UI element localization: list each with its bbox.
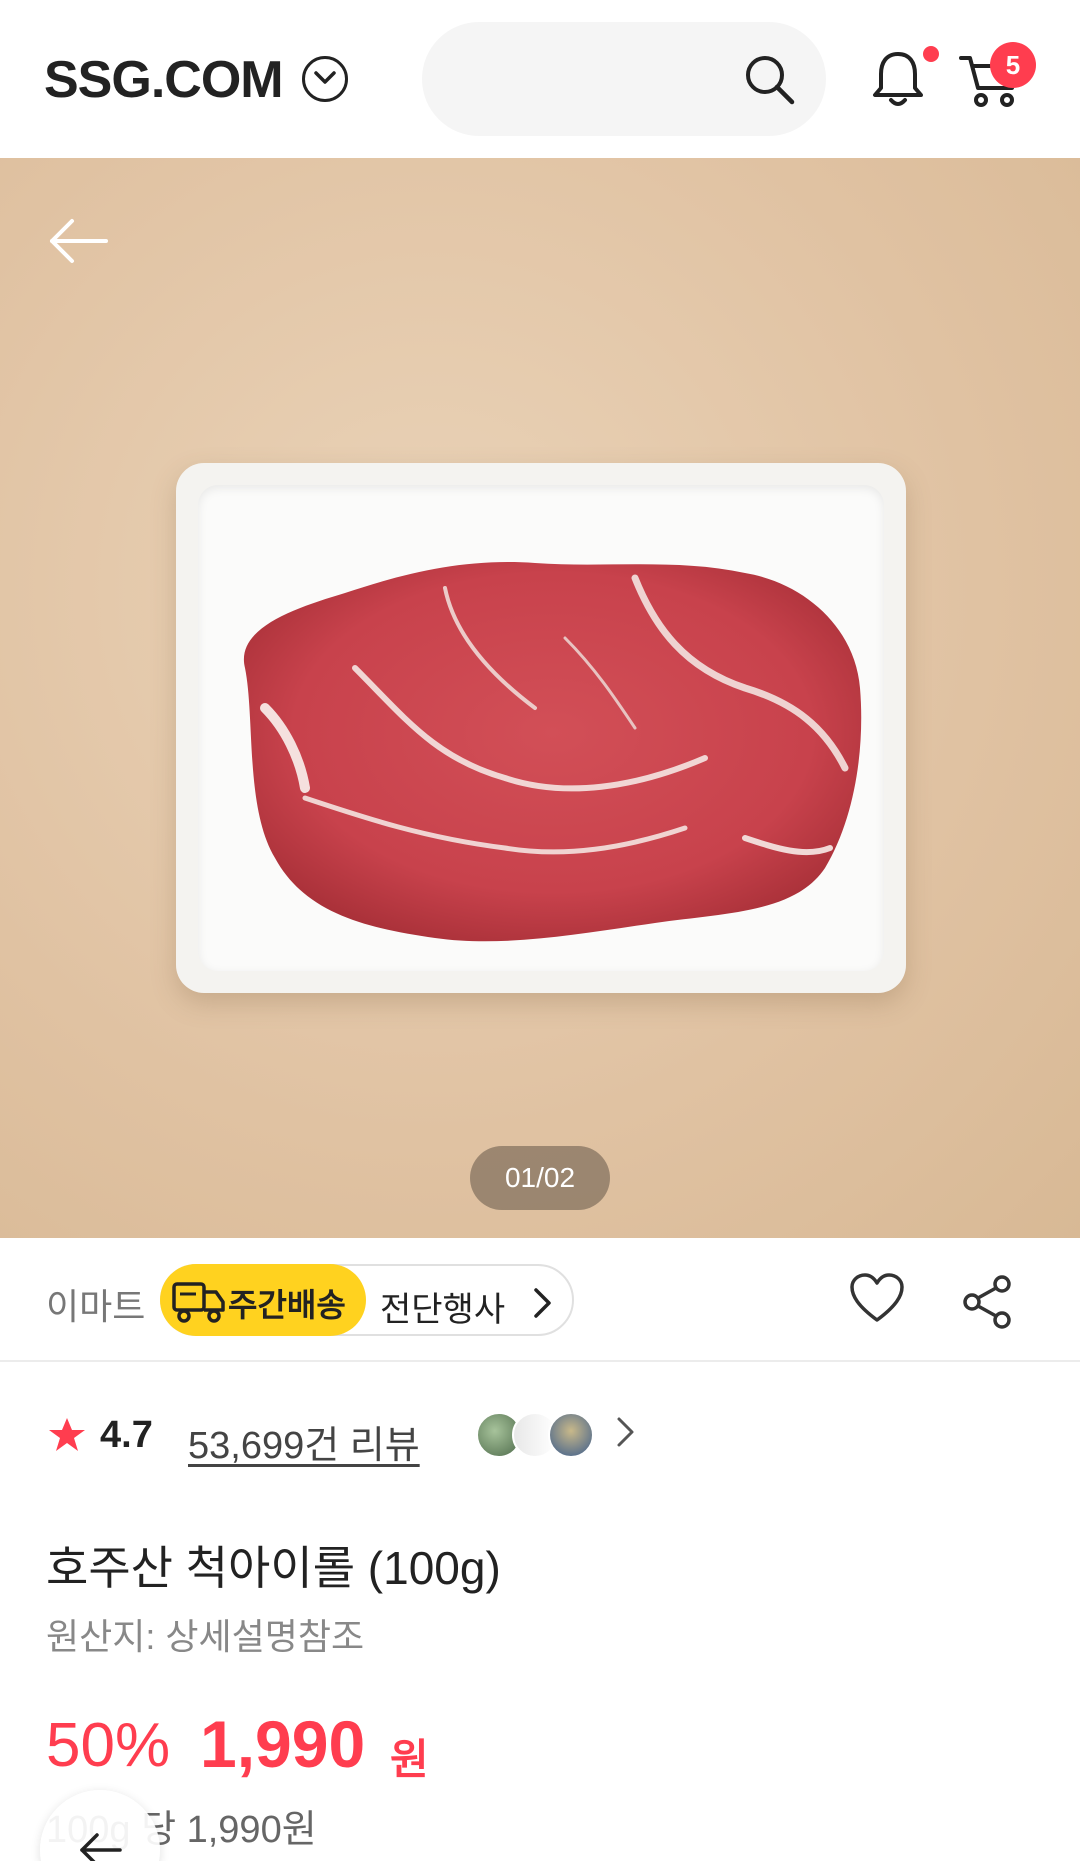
- beef-chuck-eye-roll-image: [243, 562, 862, 942]
- search-icon[interactable]: [742, 52, 796, 106]
- rating-row[interactable]: 4.7 53,699건 리뷰: [0, 1404, 1080, 1468]
- cart-count-badge: 5: [990, 42, 1036, 88]
- discount-rate: 50%: [46, 1711, 171, 1780]
- image-counter: 01/02: [470, 1146, 610, 1210]
- back-arrow-icon: [80, 1833, 122, 1861]
- chevron-right-icon: [617, 1417, 634, 1447]
- store-name[interactable]: 이마트: [46, 1278, 145, 1330]
- sale-price: 1,990: [200, 1707, 366, 1781]
- mall-select-chevron-icon[interactable]: [302, 56, 348, 102]
- chevron-right-icon: [534, 1288, 551, 1318]
- star-icon: [49, 1418, 85, 1451]
- ssg-logo[interactable]: SSG.COM: [44, 50, 284, 110]
- product-title: 호주산 척아이롤 (100g): [46, 1542, 501, 1594]
- review-photo-thumbnails[interactable]: [476, 1408, 606, 1460]
- rating-value: 4.7: [100, 1414, 153, 1456]
- store-info-row: 이마트 주간배송 전단행사: [0, 1238, 1080, 1362]
- price-currency: 원: [390, 1736, 429, 1783]
- notification-dot: [923, 46, 939, 62]
- flyer-event-label: 전단행사: [380, 1291, 506, 1329]
- share-icon[interactable]: [960, 1274, 1014, 1330]
- wishlist-heart-icon[interactable]: [848, 1272, 906, 1326]
- weekly-delivery-badge: 주간배송: [160, 1264, 366, 1336]
- review-count-link[interactable]: 53,699건 리뷰: [188, 1414, 420, 1469]
- top-header: SSG.COM 5: [0, 0, 1080, 158]
- back-arrow-icon[interactable]: [48, 216, 110, 266]
- search-input[interactable]: [422, 22, 826, 136]
- review-thumbnail: [548, 1412, 594, 1458]
- product-origin: 원산지: 상세설명참조: [46, 1616, 365, 1657]
- weekly-delivery-label: 주간배송: [228, 1287, 346, 1323]
- delivery-truck-icon: [172, 1282, 225, 1323]
- delivery-flyer-chip[interactable]: 주간배송 전단행사: [160, 1264, 574, 1336]
- product-image-carousel[interactable]: 01/02: [0, 158, 1080, 1238]
- notification-bell-icon[interactable]: [870, 48, 926, 110]
